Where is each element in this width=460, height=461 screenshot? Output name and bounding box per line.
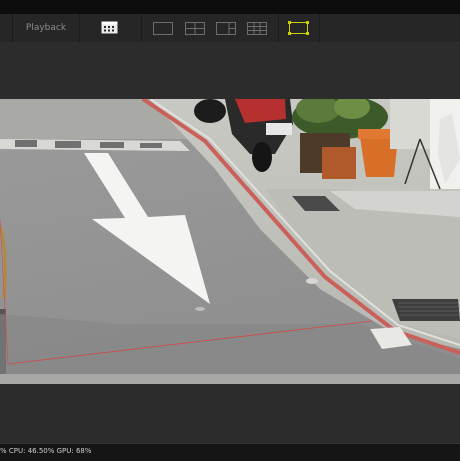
toolbar: Playback	[0, 14, 460, 43]
video-viewport[interactable]	[0, 42, 460, 442]
layout-group	[141, 14, 279, 42]
camera-feed-image	[0, 99, 460, 384]
layout-grid-icon[interactable]	[247, 22, 267, 35]
layout-1plus-icon[interactable]	[216, 22, 236, 35]
tab-playback[interactable]: Playback	[12, 14, 80, 42]
layout-single-icon[interactable]	[153, 22, 173, 35]
fullscreen-button[interactable]	[278, 14, 320, 42]
cpu-gpu-usage: % CPU: 46.50% GPU: 68%	[0, 447, 92, 455]
calendar-button[interactable]	[78, 14, 142, 42]
layout-quad-icon[interactable]	[185, 22, 205, 35]
fullscreen-icon	[288, 21, 309, 35]
camera-feed[interactable]	[0, 99, 460, 384]
status-bar: % CPU: 46.50% GPU: 68%	[0, 443, 460, 461]
calendar-grid-icon	[101, 21, 118, 34]
window-titlebar	[0, 0, 460, 14]
